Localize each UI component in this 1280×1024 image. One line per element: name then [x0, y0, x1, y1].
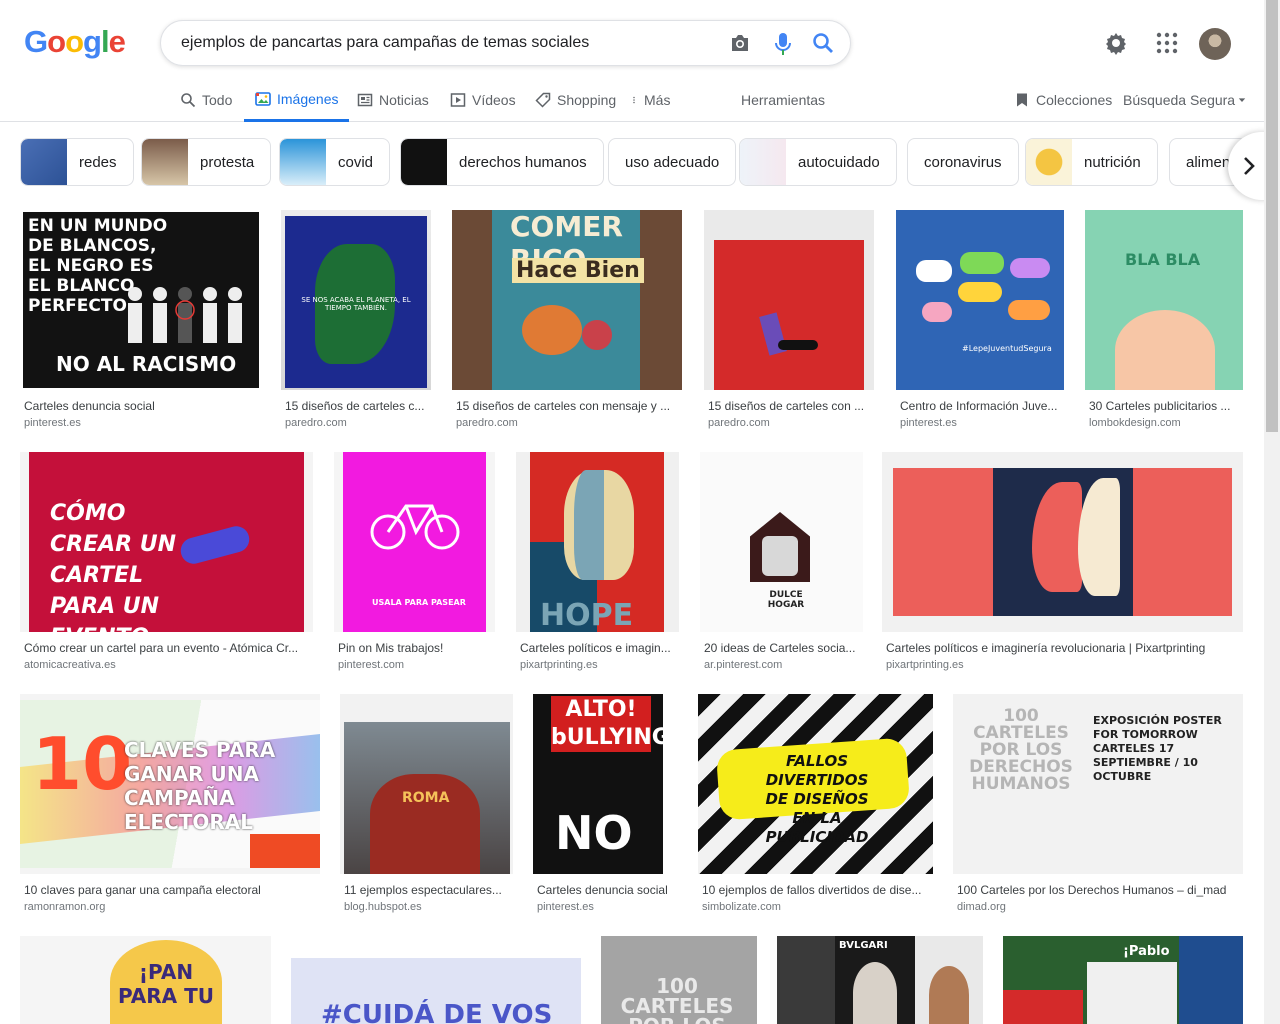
chip-thumbnail: [142, 139, 188, 185]
chip-covid[interactable]: covid: [279, 138, 391, 186]
chip-protesta[interactable]: protesta: [141, 138, 272, 186]
search-box[interactable]: ejemplos de pancartas para campañas de t…: [160, 20, 851, 66]
chip-thumbnail: [1026, 139, 1072, 185]
result-thumbnail[interactable]: ROMA: [340, 694, 513, 874]
image-result[interactable]: ALTO! bULLYING NO Carteles denuncia soci…: [533, 694, 678, 916]
tab-videos[interactable]: Vídeos: [450, 78, 516, 122]
search-tabs: Todo Imágenes Noticias Vídeos Shopping M…: [0, 78, 1264, 122]
result-thumbnail[interactable]: HOPE: [516, 452, 679, 632]
result-thumbnail[interactable]: ALTO! bULLYING NO: [533, 694, 678, 874]
image-result[interactable]: 15 diseños de carteles con ... paredro.c…: [704, 210, 874, 432]
dropdown-arrow-icon: [1238, 98, 1246, 102]
image-result[interactable]: ¡Pablo: [1003, 936, 1243, 1024]
result-thumbnail[interactable]: COMER RICO Hace Bien: [452, 210, 682, 390]
image-result[interactable]: #CUIDÁ DE VOS: [291, 936, 581, 1024]
tab-todo[interactable]: Todo: [180, 78, 232, 122]
image-result[interactable]: USALA PARA PASEAR Pin on Mis trabajos! p…: [334, 452, 495, 674]
image-result[interactable]: FALLOS DIVERTIDOS DE DISEÑOS EN LA PUBLI…: [698, 694, 933, 916]
avatar[interactable]: [1199, 28, 1231, 60]
result-thumbnail[interactable]: DULCE HOGAR: [700, 452, 863, 632]
image-result[interactable]: BVLGARI: [777, 936, 983, 1024]
image-result[interactable]: 100 CARTELES POR LOS: [601, 936, 757, 1024]
search-icon: [181, 93, 196, 108]
image-result[interactable]: EN UN MUNDO DE BLANCOS, EL NEGRO ES EL B…: [20, 210, 262, 432]
chip-autocuidado[interactable]: autocuidado: [739, 138, 897, 186]
result-thumbnail[interactable]: 100 CARTELES POR LOS DERECHOS HUMANOS EX…: [953, 694, 1243, 874]
result-thumbnail[interactable]: EN UN MUNDO DE BLANCOS, EL NEGRO ES EL B…: [20, 210, 262, 390]
chip-thumbnail: [401, 139, 447, 185]
chip-uso-adecuado[interactable]: uso adecuado: [608, 138, 737, 186]
apps-grid-icon[interactable]: [1155, 31, 1179, 55]
result-thumbnail[interactable]: BVLGARI: [777, 936, 983, 1024]
chip-nutricion[interactable]: nutrición: [1025, 138, 1158, 186]
result-thumbnail[interactable]: ¡Pablo: [1003, 936, 1243, 1024]
image-result[interactable]: #LepeJuventudSegura Centro de Informació…: [896, 210, 1064, 432]
bookmark-icon: [1017, 93, 1027, 107]
image-result[interactable]: ¡PAN PARA TU: [20, 936, 271, 1024]
tag-icon: [535, 92, 551, 108]
result-thumbnail[interactable]: [882, 452, 1243, 632]
search-input[interactable]: ejemplos de pancartas para campañas de t…: [181, 34, 589, 52]
image-result[interactable]: HOPE Carteles políticos e imagin... pixa…: [516, 452, 679, 674]
image-result[interactable]: COMER RICO Hace Bien 15 diseños de carte…: [452, 210, 682, 432]
chip-thumbnail: [280, 139, 326, 185]
result-thumbnail[interactable]: 10 CLAVES PARA GANAR UNA CAMPAÑA ELECTOR…: [20, 694, 320, 874]
result-thumbnail[interactable]: BLA BLA: [1085, 210, 1243, 390]
safe-search-dropdown[interactable]: Búsqueda Segura: [1123, 78, 1246, 122]
chip-thumbnail: [21, 139, 67, 185]
people-figures-graphic: [128, 287, 242, 343]
image-result[interactable]: Carteles políticos e imaginería revoluci…: [882, 452, 1243, 674]
result-thumbnail[interactable]: [704, 210, 874, 390]
chip-derechos-humanos[interactable]: derechos humanos: [400, 138, 604, 186]
bicycle-graphic: [370, 504, 460, 550]
more-vert-icon: [633, 96, 635, 104]
tab-noticias[interactable]: Noticias: [357, 78, 429, 122]
result-thumbnail[interactable]: 100 CARTELES POR LOS: [601, 936, 757, 1024]
chip-thumbnail: [740, 139, 786, 185]
image-result[interactable]: 10 CLAVES PARA GANAR UNA CAMPAÑA ELECTOR…: [20, 694, 320, 916]
image-result[interactable]: ROMA 11 ejemplos espectaculares... blog.…: [340, 694, 513, 916]
image-result[interactable]: DULCE HOGAR 20 ideas de Carteles socia..…: [700, 452, 863, 674]
tab-imagenes[interactable]: Imágenes: [244, 78, 350, 122]
search-icon[interactable]: [812, 32, 834, 54]
gear-icon[interactable]: [1104, 31, 1128, 55]
tab-mas[interactable]: Más: [630, 78, 670, 122]
tab-herramientas[interactable]: Herramientas: [741, 78, 825, 122]
related-chips: redes protesta covid derechos humanos us…: [0, 138, 1264, 186]
news-icon: [357, 93, 373, 107]
result-thumbnail[interactable]: USALA PARA PASEAR: [334, 452, 495, 632]
result-thumbnail[interactable]: #CUIDÁ DE VOS: [291, 936, 581, 1024]
chip-coronavirus[interactable]: coronavirus: [907, 138, 1019, 186]
image-result[interactable]: 100 CARTELES POR LOS DERECHOS HUMANOS EX…: [953, 694, 1243, 916]
image-result[interactable]: SE NOS ACABA EL PLANETA, EL TIEMPO TAMBI…: [281, 210, 431, 432]
result-thumbnail[interactable]: CÓMO CREAR UN CARTEL PARA UN EVENTO: [20, 452, 313, 632]
result-thumbnail[interactable]: FALLOS DIVERTIDOS DE DISEÑOS EN LA PUBLI…: [698, 694, 933, 874]
camera-icon[interactable]: [729, 33, 751, 53]
image-result[interactable]: BLA BLA 30 Carteles publicitarios ... lo…: [1085, 210, 1243, 432]
google-logo[interactable]: Google: [24, 24, 126, 60]
play-icon: [450, 93, 466, 107]
microphone-icon[interactable]: [775, 32, 791, 56]
tab-shopping[interactable]: Shopping: [535, 78, 616, 122]
result-thumbnail[interactable]: #LepeJuventudSegura: [896, 210, 1064, 390]
collections-link[interactable]: Colecciones: [1014, 78, 1112, 122]
result-thumbnail[interactable]: SE NOS ACABA EL PLANETA, EL TIEMPO TAMBI…: [281, 210, 431, 390]
chip-redes[interactable]: redes: [20, 138, 134, 186]
image-result[interactable]: CÓMO CREAR UN CARTEL PARA UN EVENTO Cómo…: [20, 452, 313, 674]
header: Google ejemplos de pancartas para campañ…: [0, 0, 1264, 122]
scrollbar-thumb[interactable]: [1266, 0, 1278, 432]
result-thumbnail[interactable]: ¡PAN PARA TU: [20, 936, 271, 1024]
image-icon: [255, 91, 271, 106]
chevron-right-icon: [1244, 157, 1255, 175]
